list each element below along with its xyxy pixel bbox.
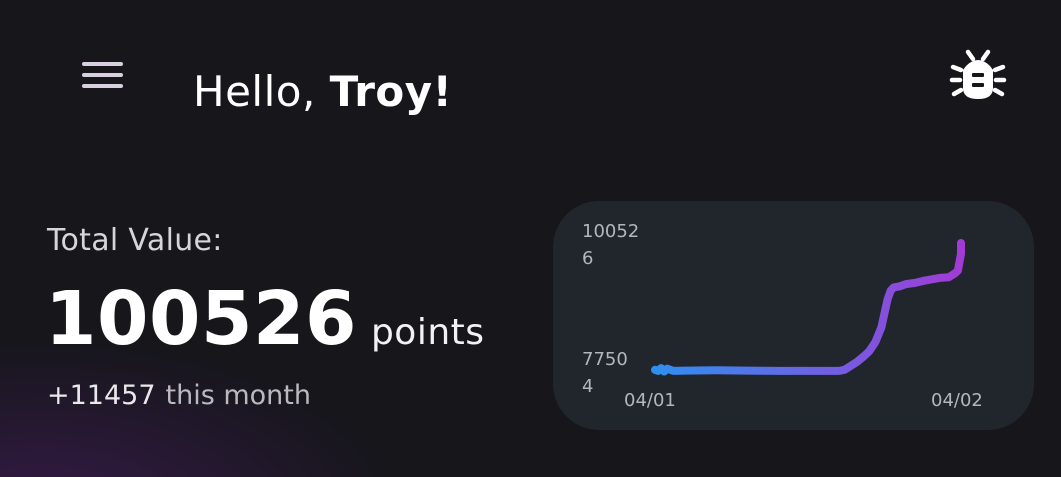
y-tick-max-line1: 10052 (582, 221, 639, 242)
value-line-chart: 10052 6 7750 4 04/01 04/02 (582, 221, 983, 411)
menu-icon-bar-middle (82, 73, 123, 77)
total-value-row: 100526 points (45, 276, 485, 362)
monthly-change: +11457 this month (47, 378, 311, 414)
value-series-line (651, 239, 965, 376)
total-value-label: Total Value: (47, 223, 223, 258)
monthly-change-value: +11457 (47, 380, 156, 411)
greeting: Hello, Troy! (193, 66, 452, 118)
monthly-change-label: this month (165, 380, 311, 411)
bug-icon (949, 49, 1007, 99)
y-tick-min-line1: 7750 (582, 349, 628, 370)
y-tick-max-line2: 6 (582, 248, 593, 269)
total-value: 100526 (45, 276, 357, 362)
y-tick-min-line2: 4 (582, 376, 593, 397)
greeting-prefix: Hello, (193, 67, 330, 116)
x-tick-start: 04/01 (624, 390, 676, 411)
user-name: Troy! (329, 67, 453, 116)
x-tick-end: 04/02 (931, 390, 983, 411)
total-value-unit: points (370, 312, 485, 353)
value-chart-card[interactable]: 10052 6 7750 4 04/01 04/02 (553, 201, 1034, 430)
menu-button[interactable] (76, 56, 130, 96)
menu-icon-bar-bottom (82, 84, 123, 88)
debug-button[interactable] (946, 44, 1010, 108)
hamburger-menu-icon (82, 62, 123, 66)
